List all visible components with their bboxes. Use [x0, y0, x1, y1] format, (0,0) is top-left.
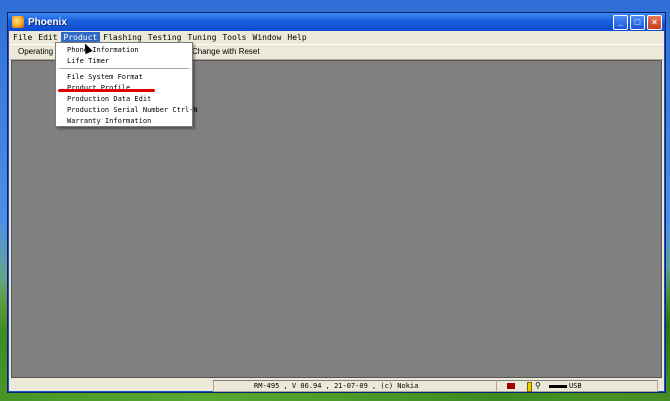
menu-file[interactable]: File: [10, 32, 35, 43]
menu-tools[interactable]: Tools: [219, 32, 249, 43]
key-icon: ⚲: [535, 381, 541, 390]
phoenix-app-icon: [12, 16, 24, 28]
battery-icon: [527, 382, 532, 392]
menu-testing[interactable]: Testing: [145, 32, 185, 43]
menu-tuning[interactable]: Tuning: [185, 32, 220, 43]
minimize-button[interactable]: _: [613, 15, 628, 30]
close-button[interactable]: ×: [647, 15, 662, 30]
usb-cable-icon: [549, 385, 567, 388]
menu-item-production-serial-number[interactable]: Production Serial Number Ctrl-N: [67, 105, 198, 115]
menu-separator: [59, 68, 189, 69]
connection-type-label: USB: [569, 382, 582, 390]
menu-item-phone-information[interactable]: Phone Information: [67, 45, 139, 55]
menu-item-warranty-information[interactable]: Warranty Information: [67, 116, 151, 126]
status-info-text: RM-495 , V 06.94 , 21-07-09 , (c) Nokia: [254, 382, 419, 390]
product-menu-dropdown: Phone Information Life Timer File System…: [55, 42, 198, 127]
menu-help[interactable]: Help: [284, 32, 309, 43]
menu-item-life-timer[interactable]: Life Timer: [67, 56, 109, 66]
title-bar[interactable]: Phoenix _ □ ×: [8, 13, 665, 31]
connection-status-icon: [507, 383, 515, 389]
status-info-panel: RM-495 , V 06.94 , 21-07-09 , (c) Nokia: [213, 380, 497, 392]
menu-product[interactable]: Product: [60, 31, 101, 43]
status-bar: RM-495 , V 06.94 , 21-07-09 , (c) Nokia …: [10, 379, 663, 392]
red-annotation-underline: [58, 89, 155, 92]
menu-window[interactable]: Window: [250, 32, 285, 43]
menu-flashing[interactable]: Flashing: [100, 32, 145, 43]
menu-edit[interactable]: Edit: [35, 32, 60, 43]
window-title: Phoenix: [28, 16, 67, 28]
change-with-reset-label[interactable]: Change with Reset: [192, 47, 260, 56]
status-connection-panel: ⚲ USB: [496, 380, 658, 392]
menu-item-production-data-edit[interactable]: Production Data Edit: [67, 94, 151, 104]
maximize-button[interactable]: □: [630, 15, 645, 30]
menu-item-file-system-format[interactable]: File System Format: [67, 72, 143, 82]
